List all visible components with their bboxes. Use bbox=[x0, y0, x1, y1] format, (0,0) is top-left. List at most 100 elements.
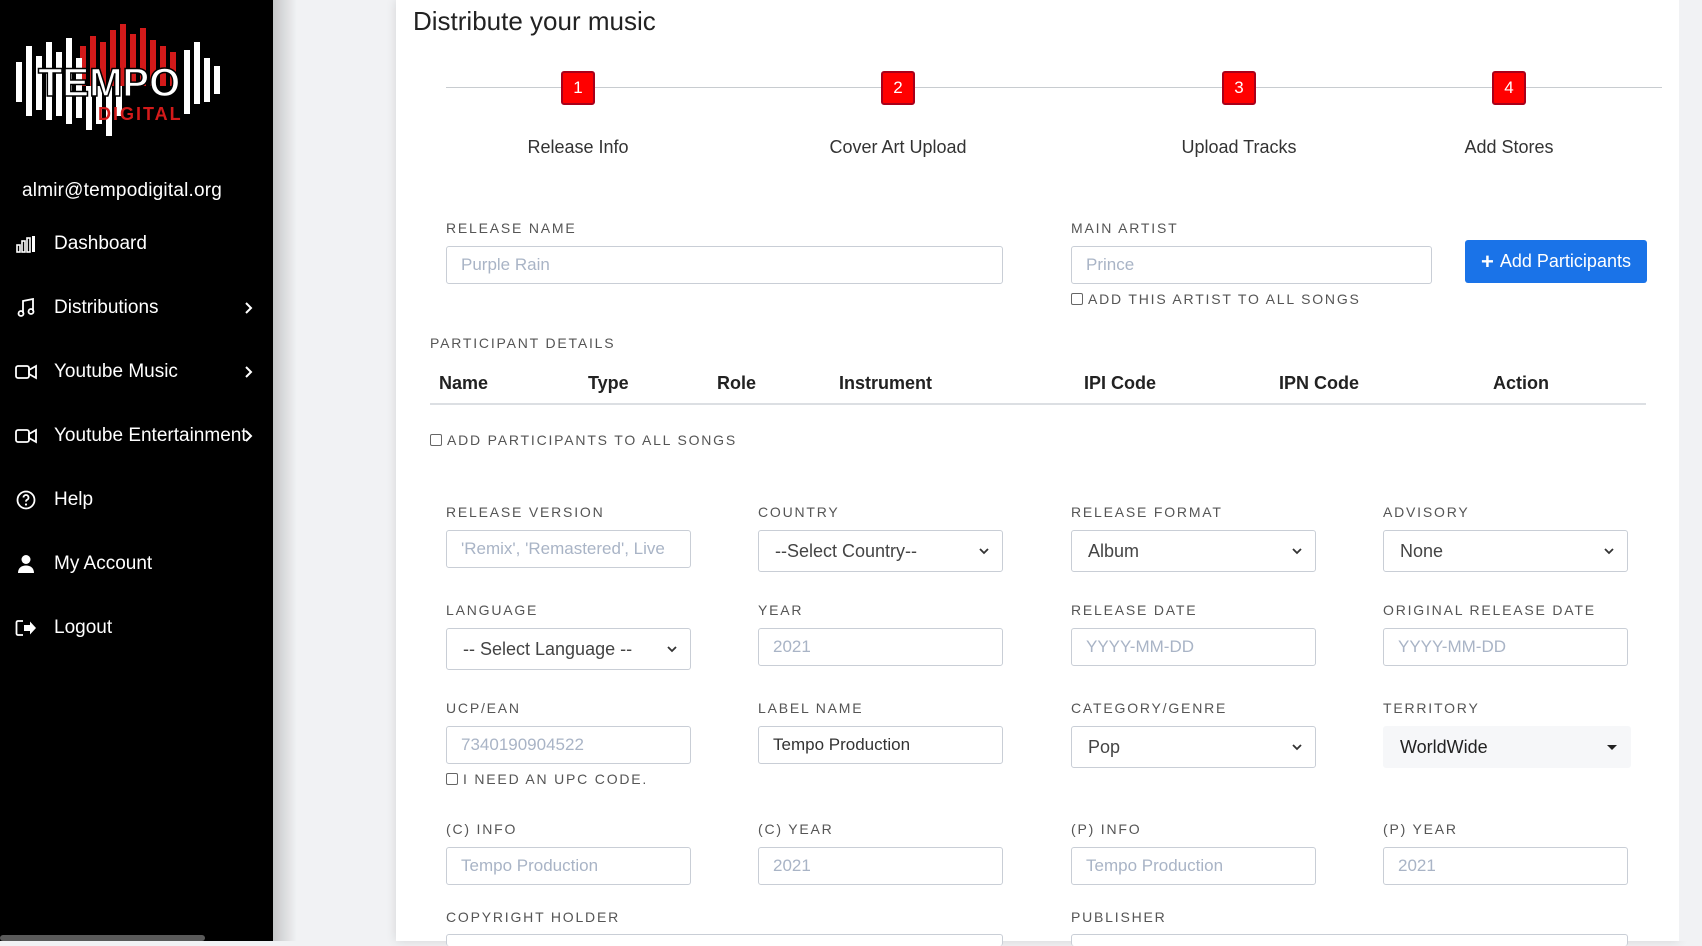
sidebar-item-dashboard[interactable]: Dashboard bbox=[0, 212, 273, 276]
territory-label: TERRITORY bbox=[1383, 700, 1480, 716]
participant-details-label: PARTICIPANT DETAILS bbox=[430, 335, 616, 351]
sidebar-item-logout[interactable]: Logout bbox=[0, 596, 273, 660]
plus-icon: + bbox=[1481, 248, 1494, 274]
bar-chart-icon bbox=[14, 232, 38, 256]
chevron-down-icon bbox=[667, 646, 677, 653]
checkbox-box[interactable] bbox=[446, 773, 458, 785]
language-select-value: -- Select Language -- bbox=[463, 638, 633, 659]
release-date-input[interactable]: YYYY-MM-DD bbox=[1071, 628, 1316, 666]
chevron-down-icon bbox=[1292, 548, 1302, 555]
label-name-input[interactable]: Tempo Production bbox=[758, 726, 1003, 764]
category-genre-select[interactable]: Pop bbox=[1071, 726, 1316, 768]
user-email: almir@tempodigital.org bbox=[22, 180, 223, 201]
chevron-down-icon bbox=[1604, 548, 1614, 555]
advisory-select-value: None bbox=[1400, 540, 1444, 561]
step-1-label: Release Info bbox=[527, 137, 629, 157]
column-header-action: Action bbox=[1493, 373, 1549, 393]
need-upc-code-checkbox[interactable]: I NEED AN UPC CODE. bbox=[446, 771, 648, 787]
chevron-right-icon bbox=[241, 365, 255, 379]
sidebar-shadow bbox=[273, 0, 297, 941]
column-header-ipn-code: IPN Code bbox=[1279, 373, 1360, 393]
sidebar-item-label: Distributions bbox=[54, 297, 159, 318]
svg-text:DIGITAL: DIGITAL bbox=[98, 104, 183, 124]
p-info-label: (P) INFO bbox=[1071, 821, 1142, 837]
main-artist-label: MAIN ARTIST bbox=[1071, 220, 1179, 236]
territory-select[interactable]: WorldWide bbox=[1383, 726, 1631, 768]
checkbox-label: ADD THIS ARTIST TO ALL SONGS bbox=[1088, 291, 1361, 307]
chevron-right-icon bbox=[241, 301, 255, 315]
sidebar-scrollbar[interactable] bbox=[0, 935, 205, 941]
language-label: LANGUAGE bbox=[446, 602, 539, 618]
step-1-marker[interactable]: 1 bbox=[561, 71, 595, 105]
release-format-select-value: Album bbox=[1088, 540, 1140, 561]
release-format-label: RELEASE FORMAT bbox=[1071, 504, 1223, 520]
publisher-input[interactable] bbox=[1071, 934, 1628, 946]
sidebar-item-youtube-entertainment[interactable]: Youtube Entertainment bbox=[0, 404, 273, 468]
p-year-input[interactable]: 2021 bbox=[1383, 847, 1628, 885]
sidebar-item-youtube-music[interactable]: Youtube Music bbox=[0, 340, 273, 404]
checkbox-box[interactable] bbox=[430, 434, 442, 446]
column-header-role: Role bbox=[717, 373, 757, 393]
release-version-input[interactable]: 'Remix', 'Remastered', Live bbox=[446, 530, 691, 568]
step-3-marker[interactable]: 3 bbox=[1222, 71, 1256, 105]
user-icon bbox=[14, 552, 38, 576]
step-2-marker[interactable]: 2 bbox=[881, 71, 915, 105]
checkbox-label: I NEED AN UPC CODE. bbox=[463, 771, 649, 787]
release-format-select[interactable]: Album bbox=[1071, 530, 1316, 572]
checkbox-box[interactable] bbox=[1071, 293, 1083, 305]
country-select[interactable]: --Select Country-- bbox=[758, 530, 1003, 572]
category-genre-label: CATEGORY/GENRE bbox=[1071, 700, 1228, 716]
distribution-form-card: Distribute your music 1 2 3 4 Release In… bbox=[396, 0, 1679, 946]
sidebar-item-label: Youtube Entertainment bbox=[54, 425, 247, 446]
copyright-holder-input[interactable] bbox=[446, 934, 1003, 946]
right-gutter bbox=[1679, 0, 1702, 941]
original-release-date-label: ORIGINAL RELEASE DATE bbox=[1383, 602, 1596, 618]
label-name-label: LABEL NAME bbox=[758, 700, 864, 716]
question-circle-icon bbox=[14, 488, 38, 512]
release-name-input[interactable]: Purple Rain bbox=[446, 246, 1003, 284]
original-release-date-input[interactable]: YYYY-MM-DD bbox=[1383, 628, 1628, 666]
year-label: YEAR bbox=[758, 602, 804, 618]
add-participants-all-songs-checkbox[interactable]: ADD PARTICIPANTS TO ALL SONGS bbox=[430, 432, 737, 448]
page-title: Distribute your music bbox=[413, 6, 656, 36]
upc-ean-label: UCP/EAN bbox=[446, 700, 521, 716]
c-year-input[interactable]: 2021 bbox=[758, 847, 1003, 885]
chevron-right-icon bbox=[241, 429, 255, 443]
category-genre-select-value: Pop bbox=[1088, 736, 1121, 757]
column-header-type: Type bbox=[588, 373, 629, 393]
main-artist-input[interactable]: Prince bbox=[1071, 246, 1432, 284]
year-input[interactable]: 2021 bbox=[758, 628, 1003, 666]
add-artist-all-songs-checkbox[interactable]: ADD THIS ARTIST TO ALL SONGS bbox=[1071, 291, 1361, 307]
add-participants-button[interactable]: + Add Participants bbox=[1465, 240, 1647, 283]
p-info-input[interactable]: Tempo Production bbox=[1071, 847, 1316, 885]
step-4-marker[interactable]: 4 bbox=[1492, 71, 1526, 105]
step-2-label: Cover Art Upload bbox=[829, 137, 967, 157]
release-name-label: RELEASE NAME bbox=[446, 220, 577, 236]
sidebar-item-label: Dashboard bbox=[54, 233, 147, 254]
sign-out-icon bbox=[14, 616, 38, 640]
c-year-label: (C) YEAR bbox=[758, 821, 834, 837]
svg-text:TEMPO: TEMPO bbox=[38, 61, 180, 105]
territory-select-value: WorldWide bbox=[1400, 736, 1488, 757]
caret-down-icon bbox=[1607, 745, 1617, 750]
c-info-input[interactable]: Tempo Production bbox=[446, 847, 691, 885]
advisory-select[interactable]: None bbox=[1383, 530, 1628, 572]
sidebar-item-label: My Account bbox=[54, 553, 153, 574]
sidebar-item-my-account[interactable]: My Account bbox=[0, 532, 273, 596]
language-select[interactable]: -- Select Language -- bbox=[446, 628, 691, 670]
sidebar-item-distributions[interactable]: Distributions bbox=[0, 276, 273, 340]
sidebar-item-label: Youtube Music bbox=[54, 361, 178, 382]
step-3-label: Upload Tracks bbox=[1181, 137, 1297, 157]
tempo-digital-logo[interactable]: TEMPO DIGITAL bbox=[12, 22, 232, 137]
release-date-label: RELEASE DATE bbox=[1071, 602, 1198, 618]
add-participants-label: Add Participants bbox=[1499, 251, 1631, 271]
upc-ean-input[interactable]: 7340190904522 bbox=[446, 726, 691, 764]
checkbox-label: ADD PARTICIPANTS TO ALL SONGS bbox=[447, 432, 738, 448]
sidebar-item-label: Logout bbox=[54, 617, 113, 638]
chevron-down-icon bbox=[1292, 744, 1302, 751]
publisher-label: PUBLISHER bbox=[1071, 909, 1167, 925]
sidebar: TEMPO DIGITAL almir@tempodigital.org Das… bbox=[0, 0, 273, 941]
release-version-label: RELEASE VERSION bbox=[446, 504, 605, 520]
music-note-icon bbox=[14, 296, 38, 320]
sidebar-item-help[interactable]: Help bbox=[0, 468, 273, 532]
